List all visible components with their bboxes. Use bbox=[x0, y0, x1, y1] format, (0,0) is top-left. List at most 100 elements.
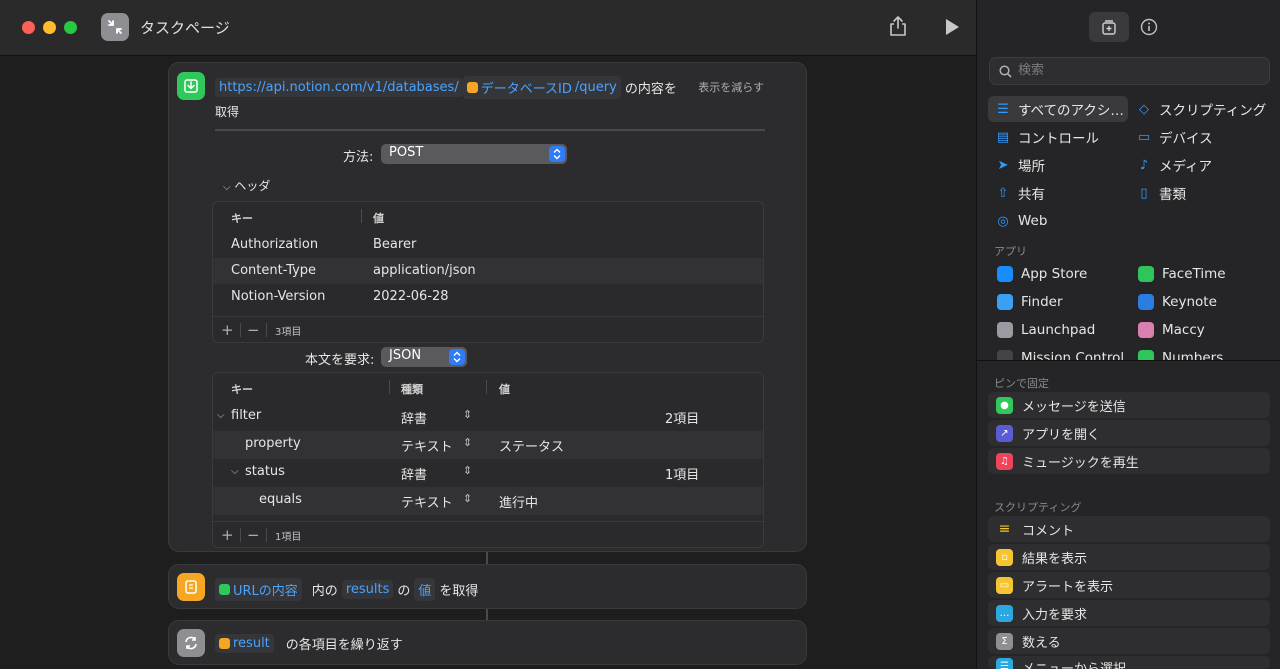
body-col-key: キー bbox=[231, 383, 253, 396]
library-add-icon bbox=[1102, 20, 1116, 35]
script-show-alert[interactable]: ▭ アラートを表示 bbox=[988, 572, 1270, 598]
play-icon[interactable] bbox=[944, 18, 962, 38]
row-value[interactable]: 進行中 bbox=[499, 492, 538, 511]
row-value[interactable]: Bearer bbox=[373, 237, 416, 252]
row-value[interactable]: 2022-06-28 bbox=[373, 289, 449, 304]
chevron-updown-icon[interactable]: ⇕ bbox=[463, 464, 472, 477]
headers-toggle[interactable]: ⌵ ヘッダ bbox=[223, 177, 270, 194]
row-key[interactable]: filter bbox=[231, 408, 261, 423]
row-value[interactable]: application/json bbox=[373, 263, 476, 278]
value-token[interactable]: 値 bbox=[414, 578, 436, 601]
action-library-button[interactable] bbox=[1089, 12, 1129, 42]
category-web[interactable]: ◎ Web bbox=[988, 208, 1128, 234]
pinned-send-message[interactable]: ● メッセージを送信 bbox=[988, 392, 1270, 418]
request-body-select[interactable]: JSON bbox=[381, 347, 467, 367]
row-type[interactable]: テキスト bbox=[401, 492, 453, 511]
row-key[interactable]: property bbox=[245, 436, 301, 451]
row-type[interactable]: テキスト bbox=[401, 436, 453, 455]
table-row[interactable]: ⌵ status 辞書 ⇕ 1項目 bbox=[213, 459, 763, 487]
apps-list: App Store FaceTime Finder Keynote Launch… bbox=[977, 258, 1280, 360]
row-key[interactable]: Notion-Version bbox=[231, 289, 325, 304]
body-table: キー 種類 値 ⌵ filter 辞書 ⇕ 2項目 property テキスト … bbox=[212, 372, 764, 548]
zoom-window-button[interactable] bbox=[64, 21, 77, 34]
row-value[interactable]: ステータス bbox=[499, 436, 564, 455]
app-app-store[interactable]: App Store bbox=[997, 262, 1087, 286]
app-finder[interactable]: Finder bbox=[997, 290, 1063, 314]
result-variable[interactable]: result bbox=[215, 634, 274, 653]
app-maccy[interactable]: Maccy bbox=[1138, 318, 1205, 342]
row-key[interactable]: Content-Type bbox=[231, 263, 316, 278]
pane-divider[interactable] bbox=[977, 360, 1280, 361]
app-launchpad[interactable]: Launchpad bbox=[997, 318, 1095, 342]
table-row[interactable]: Notion-Version 2022-06-28 bbox=[213, 284, 763, 310]
arrow-up-right-icon: ↗ bbox=[996, 424, 1013, 442]
category-all-actions[interactable]: ☰ すべてのアクシ… bbox=[988, 96, 1128, 122]
pinned-play-music[interactable]: ♫ ミュージックを再生 bbox=[988, 448, 1270, 474]
action-text: result の各項目を繰り返す bbox=[215, 634, 403, 653]
row-type[interactable]: 辞書 bbox=[401, 408, 427, 427]
category-control[interactable]: ▤ コントロール bbox=[988, 124, 1128, 150]
title-bar: タスクページ bbox=[0, 0, 976, 56]
app-keynote[interactable]: Keynote bbox=[1138, 290, 1217, 314]
row-key[interactable]: equals bbox=[259, 492, 302, 507]
row-key[interactable]: status bbox=[245, 464, 285, 479]
chevron-updown-icon[interactable]: ⇕ bbox=[463, 408, 472, 421]
remove-row-button[interactable]: − bbox=[247, 321, 260, 339]
script-count[interactable]: Σ 数える bbox=[988, 628, 1270, 654]
dictionary-icon bbox=[177, 573, 205, 601]
remove-row-button[interactable]: − bbox=[247, 526, 260, 544]
key-token[interactable]: results bbox=[341, 580, 394, 599]
divider bbox=[215, 129, 765, 131]
share-icon[interactable] bbox=[888, 15, 910, 39]
music-note-icon: ♫ bbox=[996, 452, 1013, 470]
close-window-button[interactable] bbox=[22, 21, 35, 34]
category-location[interactable]: ➤ 場所 bbox=[988, 152, 1128, 178]
text-in: 内の bbox=[311, 584, 338, 599]
table-footer: + − 3項目 bbox=[213, 316, 763, 342]
category-sharing[interactable]: ⇧ 共有 bbox=[988, 180, 1128, 206]
chevron-down-icon[interactable]: ⌵ bbox=[231, 466, 239, 477]
pinned-open-app[interactable]: ↗ アプリを開く bbox=[988, 420, 1270, 446]
table-row[interactable]: equals テキスト ⇕ 進行中 bbox=[213, 487, 763, 515]
app-numbers[interactable]: Numbers bbox=[1138, 346, 1223, 360]
minimize-window-button[interactable] bbox=[43, 21, 56, 34]
info-button[interactable] bbox=[1129, 12, 1169, 42]
search-input[interactable] bbox=[1018, 63, 1258, 78]
app-facetime[interactable]: FaceTime bbox=[1138, 262, 1226, 286]
script-ask-input[interactable]: … 入力を要求 bbox=[988, 600, 1270, 626]
category-media[interactable]: ♪ メディア bbox=[1129, 152, 1269, 178]
get-contents-of-url-action[interactable]: https://api.notion.com/v1/databases/ データ… bbox=[168, 62, 807, 552]
search-field[interactable] bbox=[989, 57, 1270, 85]
table-row[interactable]: Authorization Bearer bbox=[213, 232, 763, 258]
action-connector bbox=[486, 552, 488, 564]
shortcut-icon[interactable] bbox=[101, 13, 129, 41]
repeat-with-each-action[interactable]: result の各項目を繰り返す bbox=[168, 620, 807, 665]
add-row-button[interactable]: + bbox=[221, 526, 234, 544]
table-row[interactable]: ⌵ filter 辞書 ⇕ 2項目 bbox=[213, 403, 763, 431]
category-device[interactable]: ▭ デバイス bbox=[1129, 124, 1269, 150]
category-scripting[interactable]: ◇ スクリプティング bbox=[1129, 96, 1269, 122]
divider bbox=[266, 528, 267, 542]
app-mission-control[interactable]: Mission Control bbox=[997, 346, 1124, 360]
chevron-updown-icon[interactable]: ⇕ bbox=[463, 492, 472, 505]
get-dictionary-value-action[interactable]: URLの内容 内の results の 値 を取得 bbox=[168, 564, 807, 609]
row-type[interactable]: 辞書 bbox=[401, 464, 427, 483]
url-contents-variable[interactable]: URLの内容 bbox=[215, 578, 302, 601]
script-show-result[interactable]: ▫ 結果を表示 bbox=[988, 544, 1270, 570]
script-choose-menu[interactable]: ☰ メニューから選択 bbox=[988, 656, 1270, 669]
chevron-down-icon[interactable]: ⌵ bbox=[217, 410, 225, 421]
method-select[interactable]: POST bbox=[381, 144, 567, 164]
text-repeat: の各項目を繰り返す bbox=[285, 638, 403, 653]
table-row[interactable]: Content-Type application/json bbox=[213, 258, 763, 284]
add-row-button[interactable]: + bbox=[221, 321, 234, 339]
row-key[interactable]: Authorization bbox=[231, 237, 318, 252]
url-token[interactable]: https://api.notion.com/v1/databases/ bbox=[215, 78, 463, 97]
sigma-icon: Σ bbox=[996, 632, 1013, 650]
show-less-button[interactable]: 表示を減らす bbox=[698, 79, 764, 95]
table-row[interactable]: property テキスト ⇕ ステータス bbox=[213, 431, 763, 459]
chevron-updown-icon[interactable]: ⇕ bbox=[463, 436, 472, 449]
category-documents[interactable]: ▯ 書類 bbox=[1129, 180, 1269, 206]
script-comment[interactable]: ≡ コメント bbox=[988, 516, 1270, 542]
keynote-icon bbox=[1138, 294, 1154, 310]
database-id-variable[interactable]: データベースID /query bbox=[462, 76, 621, 99]
